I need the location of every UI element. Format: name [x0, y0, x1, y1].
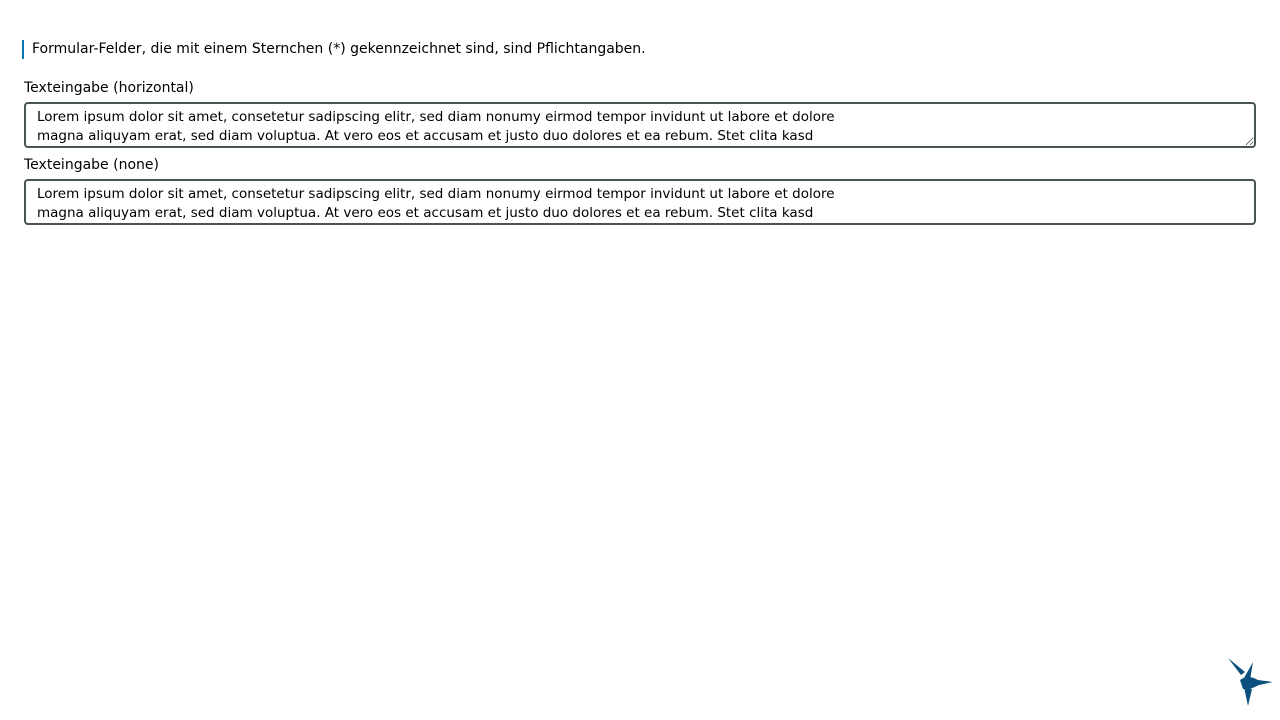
textarea-label-horizontal: Texteingabe (horizontal): [24, 80, 194, 96]
required-fields-hint: Formular-Felder, die mit einem Sternchen…: [22, 40, 646, 59]
textarea-label-none: Texteingabe (none): [24, 157, 159, 173]
textarea-horizontal-input[interactable]: [24, 102, 1256, 148]
textarea-field-none: Texteingabe (none): [24, 156, 1256, 225]
page: Formular-Felder, die mit einem Sternchen…: [0, 0, 1280, 720]
hummingbird-logo-icon: [1228, 658, 1273, 706]
textarea-none-input[interactable]: [24, 179, 1256, 225]
textarea-field-horizontal: Texteingabe (horizontal): [24, 79, 1256, 148]
